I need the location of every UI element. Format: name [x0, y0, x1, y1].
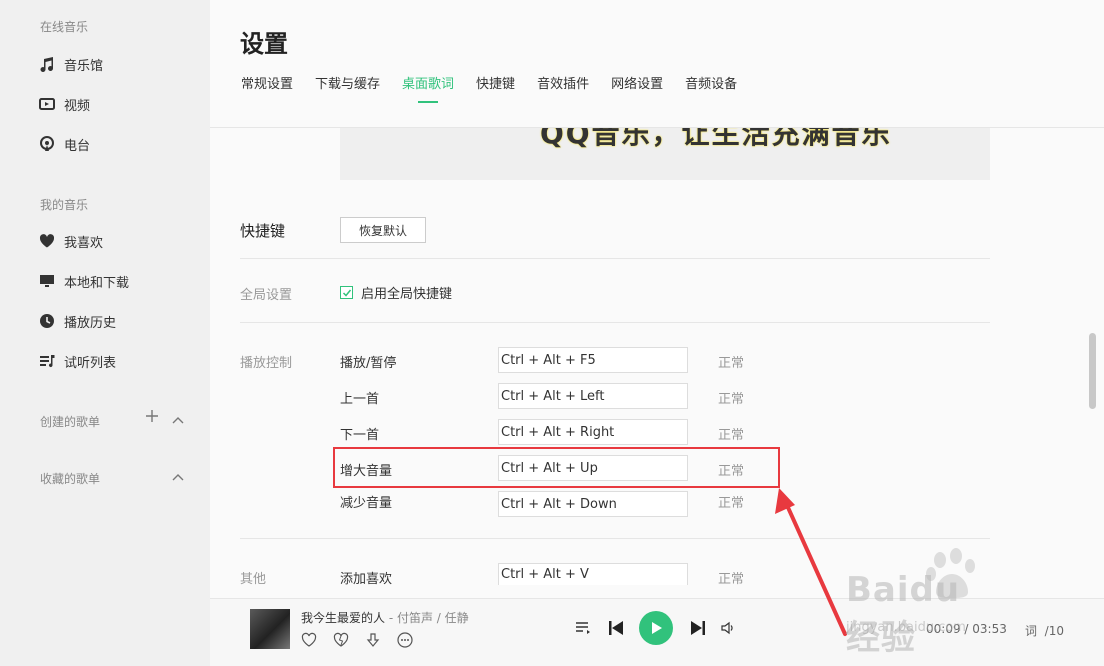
sidebar-item-favorites[interactable]: 我喜欢: [38, 229, 103, 253]
tab-desktop-lyrics[interactable]: 桌面歌词: [402, 73, 454, 104]
sidebar-item-label: 我喜欢: [64, 235, 104, 251]
lyrics-toggle-button[interactable]: 词: [1025, 624, 1037, 638]
download-icon[interactable]: [364, 631, 382, 649]
shortcut-name: 播放/暂停: [340, 356, 397, 371]
settings-tabs: 常规设置 下载与缓存 桌面歌词 快捷键 音效插件 网络设置 音频设备: [241, 73, 759, 104]
divider: [240, 538, 990, 539]
shortcut-name: 减少音量: [340, 496, 393, 511]
dislike-icon[interactable]: [332, 631, 350, 649]
settings-panel: 设置 常规设置 下载与缓存 桌面歌词 快捷键 音效插件 网络设置 音频设备 QQ…: [210, 0, 1104, 598]
shortcut-status: 正常: [718, 428, 745, 443]
sidebar-item-label: 试听列表: [64, 355, 117, 371]
checkbox-label: 启用全局快捷键: [361, 287, 453, 302]
shortcut-status: 正常: [718, 356, 745, 371]
collapse-collected-icon[interactable]: [171, 467, 185, 486]
heart-icon: [38, 232, 56, 250]
annotation-highlight-box: [333, 447, 780, 488]
page-title: 设置: [240, 30, 288, 58]
tab-audio-device[interactable]: 音频设备: [685, 73, 737, 104]
restore-default-button[interactable]: 恢复默认: [340, 217, 426, 243]
shortcut-name: 下一首: [340, 428, 380, 443]
collapse-created-icon[interactable]: [171, 410, 185, 429]
playback-control-label: 播放控制: [240, 356, 293, 371]
clock-icon: [38, 312, 56, 330]
tab-general[interactable]: 常规设置: [241, 73, 293, 104]
shortcut-status: 正常: [718, 392, 745, 407]
shortcut-input-volume-down[interactable]: Ctrl + Alt + Down: [498, 491, 688, 517]
sidebar-item-music-hall[interactable]: 音乐馆: [38, 52, 103, 76]
lyrics-preview-text: QQ音乐，让生活充满音乐: [540, 128, 892, 150]
sidebar: 在线音乐 音乐馆 视频 电台 我的音乐 我喜欢 本地和下载 播放历史 试听列表 …: [0, 0, 210, 666]
shortcut-input-previous[interactable]: Ctrl + Alt + Left: [498, 383, 688, 409]
shortcut-input-play-pause[interactable]: Ctrl + Alt + F5: [498, 347, 688, 373]
album-cover[interactable]: [250, 609, 290, 649]
more-icon[interactable]: [396, 631, 414, 649]
song-actions: [300, 631, 428, 649]
playlist-count[interactable]: 词 /10: [1025, 622, 1064, 639]
lyrics-preview: QQ音乐，让生活充满音乐: [340, 128, 990, 180]
sidebar-item-radio[interactable]: 电台: [38, 132, 90, 156]
global-settings-label: 全局设置: [240, 288, 293, 303]
shortcut-status: 正常: [718, 572, 745, 587]
monitor-icon: [38, 272, 56, 290]
shortcut-name: 上一首: [340, 392, 380, 407]
shortcut-input-next[interactable]: Ctrl + Alt + Right: [498, 419, 688, 445]
sidebar-section-my-music: 我的音乐: [40, 198, 89, 212]
shortcut-status: 正常: [718, 496, 745, 511]
sidebar-item-label: 播放历史: [64, 315, 117, 331]
playback-time: 00:09 / 03:53: [926, 622, 1007, 636]
queue-count: 10: [1048, 624, 1064, 638]
tab-download-cache[interactable]: 下载与缓存: [315, 73, 380, 104]
tab-shortcuts[interactable]: 快捷键: [476, 73, 515, 104]
like-heart-icon[interactable]: [300, 631, 318, 649]
sidebar-section-online: 在线音乐: [40, 20, 89, 34]
sidebar-item-label: 视频: [64, 98, 91, 114]
sidebar-item-video[interactable]: 视频: [38, 92, 90, 116]
shortcut-name: 添加喜欢: [340, 572, 393, 587]
scrollbar-thumb[interactable]: [1089, 333, 1096, 409]
tab-audio-plugins[interactable]: 音效插件: [537, 73, 589, 104]
next-track-icon[interactable]: [689, 618, 707, 638]
music-note-icon: [38, 55, 56, 73]
song-artists[interactable]: - 付笛声 / 任静: [385, 611, 469, 625]
enable-global-shortcuts-checkbox[interactable]: 启用全局快捷键: [340, 283, 452, 302]
divider: [240, 258, 990, 259]
sidebar-item-history[interactable]: 播放历史: [38, 309, 116, 333]
play-button[interactable]: [639, 611, 673, 645]
sidebar-item-label: 电台: [64, 138, 91, 154]
radio-icon: [38, 135, 56, 153]
sidebar-item-local-download[interactable]: 本地和下载: [38, 269, 129, 293]
sidebar-section-collected-playlists: 收藏的歌单: [40, 472, 101, 486]
volume-icon[interactable]: [719, 619, 737, 637]
sidebar-item-trial-list[interactable]: 试听列表: [38, 349, 116, 373]
checkbox-checked-icon: [340, 286, 353, 299]
qq-music-app: 在线音乐 音乐馆 视频 电台 我的音乐 我喜欢 本地和下载 播放历史 试听列表 …: [0, 0, 1104, 666]
previous-track-icon[interactable]: [607, 618, 625, 638]
now-playing: 我今生最爱的人 - 付笛声 / 任静: [301, 609, 469, 626]
play-queue-icon[interactable]: [574, 619, 592, 637]
video-icon: [38, 95, 56, 113]
player-bar: 我今生最爱的人 - 付笛声 / 任静 00:09 / 03:53 词 /10: [210, 598, 1104, 666]
other-label: 其他: [240, 572, 267, 587]
song-title[interactable]: 我今生最爱的人: [301, 611, 385, 625]
sidebar-section-created-playlists: 创建的歌单: [40, 415, 101, 429]
sidebar-item-label: 音乐馆: [64, 58, 104, 74]
divider: [240, 322, 990, 323]
add-playlist-icon[interactable]: [145, 408, 159, 427]
sidebar-item-label: 本地和下载: [64, 275, 130, 291]
shortcut-input-add-favorite[interactable]: Ctrl + Alt + V: [498, 563, 688, 585]
playlist-icon: [38, 352, 56, 370]
shortcut-section-title: 快捷键: [240, 222, 286, 240]
tab-network[interactable]: 网络设置: [611, 73, 663, 104]
